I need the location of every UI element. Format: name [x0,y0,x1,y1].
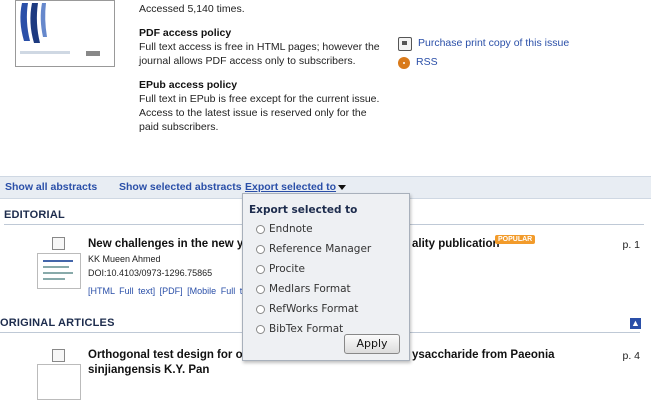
issue-info: Accessed 5,140 times. PDF access policy … [139,0,384,134]
article-2-title-left[interactable]: Orthogonal test design for opti [88,349,257,361]
article-1-page: p. 1 [622,239,640,251]
apply-button[interactable]: Apply [344,334,400,354]
epub-policy-text: Full text in EPub is free except for the… [139,93,380,133]
access-count: Accessed 5,140 times. [139,3,245,15]
radio-icon[interactable] [256,324,265,334]
rss-link-label: RSS [416,56,438,68]
epub-policy-heading: EPub access policy [139,79,238,91]
export-option-refworks[interactable]: RefWorks Format [256,303,358,315]
export-option-label: RefWorks Format [269,303,359,315]
article-1-doi: DOI:10.4103/0973-1296.75865 [88,268,213,278]
issue-side-links: Purchase print copy of this issue RSS [398,34,569,72]
export-option-procite[interactable]: Procite [256,263,305,275]
rss-icon [398,56,410,69]
journal-cover-thumbnail[interactable] [15,0,115,67]
radio-icon[interactable] [256,244,265,254]
export-option-label: Procite [269,263,305,275]
export-option-reference-manager[interactable]: Reference Manager [256,243,371,255]
section-editorial-title: EDITORIAL [4,209,65,221]
export-option-endnote[interactable]: Endnote [256,223,313,235]
article-2-title-right[interactable]: ysaccharide from Paeonia [412,349,555,361]
export-option-bibtex[interactable]: BibTex Format [256,323,343,335]
radio-icon[interactable] [256,284,265,294]
article-1-title-right[interactable]: ality publication [412,238,500,250]
article-1-thumbnail [37,253,81,289]
radio-icon[interactable] [256,304,265,314]
export-option-label: Reference Manager [269,243,372,255]
cart-icon [398,36,412,51]
article-2-thumbnail [37,364,81,400]
pdf-policy-heading: PDF access policy [139,27,232,39]
export-selected-button[interactable]: Export selected to [245,181,347,193]
show-selected-abstracts-button[interactable]: Show selected abstracts [119,181,242,193]
popular-badge: POPULAR [495,235,536,244]
article-1-title-left[interactable]: New challenges in the new ye [88,238,250,250]
purchase-link-label: Purchase print copy of this issue [418,37,570,49]
export-dropdown-heading: Export selected to [249,204,358,216]
purchase-link[interactable]: Purchase print copy of this issue [398,34,569,53]
article-2-checkbox[interactable] [52,349,65,362]
pdf-policy-text: Full text access is free in HTML pages; … [139,41,380,67]
export-option-label: Endnote [269,223,313,235]
article-1-links[interactable]: [HTML Full text] [PDF] [Mobile Full text… [88,286,257,296]
back-to-top-icon[interactable]: ▲ [630,318,641,329]
export-dropdown-menu: Export selected to Endnote Reference Man… [242,193,410,361]
rss-link[interactable]: RSS [398,53,569,72]
caret-down-icon [338,184,347,190]
article-1-checkbox[interactable] [52,237,65,250]
article-2-title-line2[interactable]: sinjiangensis K.Y. Pan [88,364,209,376]
section-original-title: ORIGINAL ARTICLES [0,317,115,329]
article-1-authors: KK Mueen Ahmed [88,254,161,264]
radio-icon[interactable] [256,224,265,234]
export-option-label: Medlars Format [269,283,351,295]
export-option-medlars[interactable]: Medlars Format [256,283,351,295]
export-selected-label: Export selected to [245,181,337,193]
show-all-abstracts-button[interactable]: Show all abstracts [5,181,97,193]
export-option-label: BibTex Format [269,323,344,335]
article-2-page: p. 4 [622,350,640,362]
radio-icon[interactable] [256,264,265,274]
